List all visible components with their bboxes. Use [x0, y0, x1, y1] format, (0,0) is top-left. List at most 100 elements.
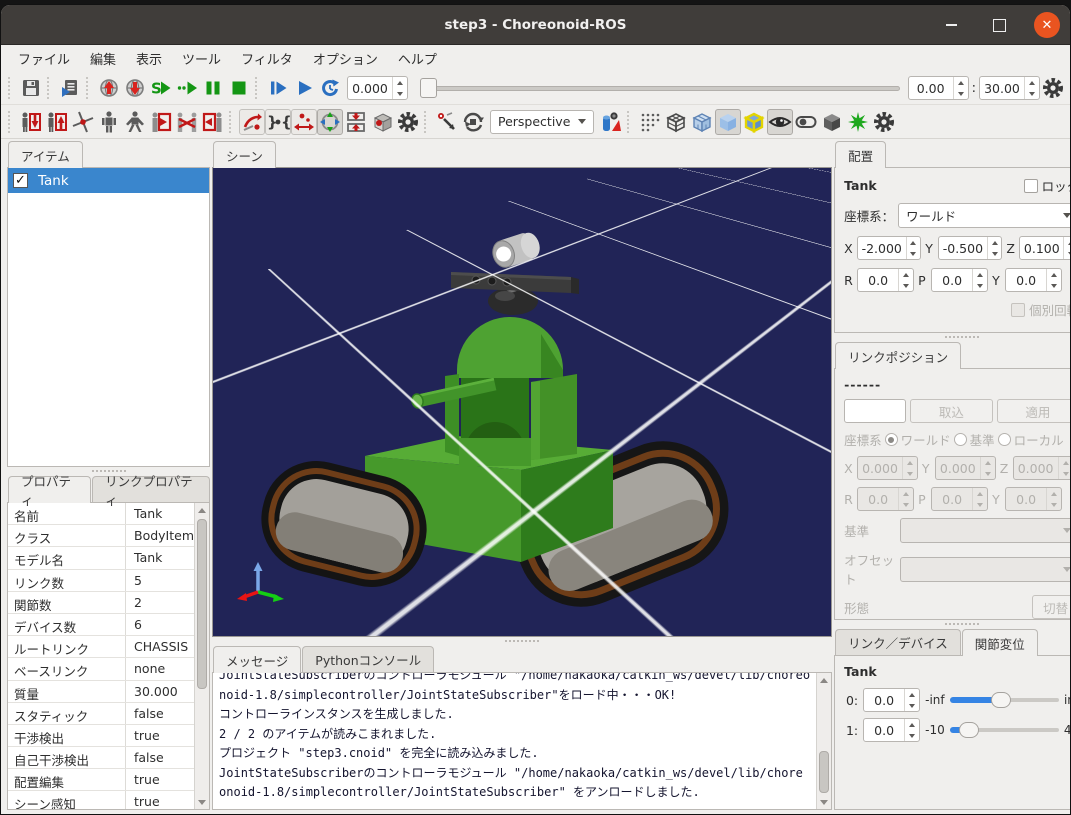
joint-slider[interactable] — [950, 720, 1059, 740]
time-slider-knob[interactable] — [420, 78, 437, 98]
apply-button[interactable]: 適用 — [997, 399, 1070, 423]
lp-x-spinbox[interactable]: 0.000 — [857, 456, 918, 480]
toggle-switch-icon[interactable] — [793, 109, 819, 135]
lp-yaw-spinbox[interactable]: 0.0 — [1005, 487, 1062, 511]
slider-knob[interactable] — [991, 692, 1011, 708]
time-slider[interactable] — [420, 77, 900, 99]
lp-p-spinbox[interactable]: 0.0 — [931, 487, 988, 511]
offset-select[interactable] — [900, 557, 1070, 582]
splitter-handle[interactable] — [212, 637, 832, 645]
tab-python-console[interactable]: Pythonコンソール — [302, 646, 434, 672]
edit-pointer-icon[interactable] — [434, 109, 460, 135]
view-config-gear-icon[interactable] — [871, 109, 897, 135]
lock-checkbox[interactable] — [1024, 179, 1038, 193]
time-range-start-spinbox[interactable]: 0.00 — [908, 76, 969, 100]
lp-y-spinbox[interactable]: 0.000 — [935, 456, 996, 480]
scrollbar-thumb[interactable] — [197, 519, 207, 689]
joint-value-spinbox[interactable]: 0.0 — [863, 718, 920, 742]
spin-buttons[interactable] — [904, 689, 919, 711]
pose-spread-icon[interactable] — [122, 109, 148, 135]
pose-store-icon[interactable] — [148, 109, 174, 135]
menu-item-3[interactable]: ツール — [173, 46, 230, 71]
message-scrollbar[interactable] — [816, 673, 831, 809]
time-reset-icon[interactable] — [317, 75, 343, 101]
menu-item-6[interactable]: ヘルプ — [389, 46, 446, 71]
play-step-icon[interactable] — [265, 75, 291, 101]
tab-link-position[interactable]: リンクポジション — [835, 342, 961, 369]
tab-scene[interactable]: シーン — [213, 141, 276, 168]
joint-value-spinbox[interactable]: 0.0 — [863, 688, 920, 712]
toolbar-handle[interactable] — [229, 111, 236, 133]
spin-down-icon[interactable] — [905, 730, 919, 741]
individual-rotation-checkbox[interactable] — [1011, 303, 1025, 317]
globe-up-icon[interactable] — [96, 75, 122, 101]
menu-item-1[interactable]: 編集 — [81, 46, 125, 71]
radio-local[interactable] — [998, 433, 1011, 446]
eye-icon[interactable] — [767, 109, 793, 135]
item-checkbox[interactable]: ✓ — [13, 173, 28, 188]
tab-placement[interactable]: 配置 — [835, 141, 886, 168]
scroll-down-icon[interactable] — [817, 795, 831, 809]
tab-properties[interactable]: プロパティ — [8, 476, 91, 503]
yaw-spinbox[interactable]: 0.0 — [1005, 268, 1062, 292]
highlight-burst-icon[interactable] — [845, 109, 871, 135]
save-icon[interactable] — [18, 75, 44, 101]
toolbar-handle[interactable] — [627, 111, 634, 133]
item-label[interactable]: Tank — [38, 173, 69, 189]
point-cloud-icon[interactable] — [637, 109, 663, 135]
spin-down-icon[interactable] — [905, 700, 919, 711]
edit-swap-arrows-icon[interactable] — [239, 109, 265, 135]
view-rotate-icon[interactable] — [460, 109, 486, 135]
tab-link-device[interactable]: リンク／デバイス — [835, 629, 961, 655]
pose-mirror-icon[interactable] — [174, 109, 200, 135]
menu-item-5[interactable]: オプション — [304, 46, 387, 71]
y-spinbox[interactable]: -0.500 — [938, 236, 1002, 260]
tab-joint-displacement[interactable]: 関節変位 — [962, 629, 1038, 656]
camera-collision-icon[interactable] — [598, 109, 624, 135]
lp-z-spinbox[interactable]: 0.000 — [1013, 456, 1070, 480]
radio-world[interactable] — [885, 433, 898, 446]
toolbar-handle[interactable] — [8, 111, 15, 133]
view-fit-icon[interactable] — [317, 109, 343, 135]
scene-viewport[interactable] — [212, 167, 832, 637]
p-spinbox[interactable]: 0.0 — [931, 268, 988, 292]
r-spinbox[interactable]: 0.0 — [857, 268, 914, 292]
pose-stand-icon[interactable] — [96, 109, 122, 135]
spin-buttons[interactable] — [904, 719, 919, 741]
collision-cube-icon[interactable] — [369, 109, 395, 135]
dark-cube-icon[interactable] — [819, 109, 845, 135]
body-origin-down-icon[interactable] — [18, 109, 44, 135]
sim-pause-icon[interactable] — [200, 75, 226, 101]
menu-item-0[interactable]: ファイル — [9, 46, 79, 71]
close-button[interactable]: ✕ — [1034, 12, 1060, 38]
time-config-gear-icon[interactable] — [1040, 75, 1066, 101]
link-name-field[interactable] — [844, 399, 906, 423]
sim-start-icon[interactable]: S — [148, 75, 174, 101]
collision-box-icon[interactable] — [343, 109, 369, 135]
item-row-tank[interactable]: ✓ Tank — [8, 168, 209, 193]
camera-projection-select[interactable]: Perspective — [490, 110, 594, 134]
lp-r-spinbox[interactable]: 0.0 — [857, 487, 914, 511]
wireframe-cube-icon[interactable] — [663, 109, 689, 135]
sim-stop-icon[interactable] — [226, 75, 252, 101]
toolbar-handle[interactable] — [47, 77, 54, 99]
item-tree[interactable]: ✓ Tank — [7, 167, 210, 467]
scene-config-gear-icon[interactable] — [395, 109, 421, 135]
menu-item-2[interactable]: 表示 — [127, 46, 171, 71]
solid-cube-icon[interactable] — [715, 109, 741, 135]
scroll-down-icon[interactable] — [195, 795, 209, 809]
reload-item-icon[interactable] — [57, 75, 83, 101]
scrollbar-thumb[interactable] — [819, 751, 829, 793]
toolbar-handle[interactable] — [86, 77, 93, 99]
pose-restore-icon[interactable] — [200, 109, 226, 135]
radio-base[interactable] — [954, 433, 967, 446]
maximize-button[interactable] — [986, 12, 1012, 38]
sim-resume-icon[interactable] — [174, 75, 200, 101]
toggle-button[interactable]: 切替 — [1032, 595, 1070, 619]
scroll-up-icon[interactable] — [817, 673, 831, 687]
tab-message[interactable]: メッセージ — [213, 646, 301, 673]
toolbar-handle[interactable] — [424, 111, 431, 133]
shaded-wire-cube-icon[interactable] — [689, 109, 715, 135]
body-origin-up-icon[interactable] — [44, 109, 70, 135]
menu-item-4[interactable]: フィルタ — [232, 46, 302, 71]
